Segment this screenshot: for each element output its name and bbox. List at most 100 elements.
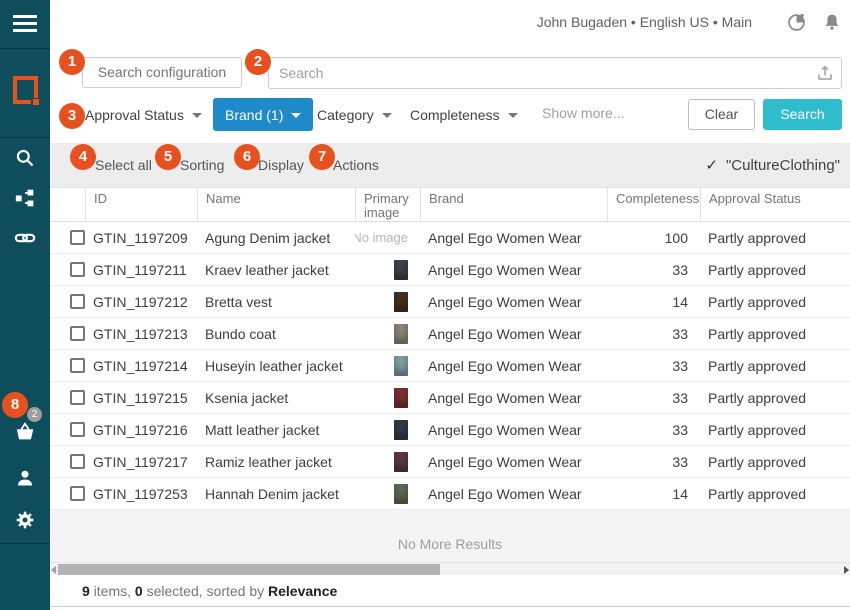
annotation-badge-7: 7 (309, 144, 335, 170)
cell-primary-image (355, 452, 420, 472)
cell-checkbox (50, 294, 85, 309)
user-locale-menu[interactable]: John Bugaden • English US • Main (537, 14, 752, 30)
row-checkbox[interactable] (70, 454, 85, 469)
scrollbar-thumb[interactable] (58, 564, 440, 575)
search-button[interactable]: Search (763, 99, 842, 130)
user-icon[interactable] (0, 460, 50, 496)
filter-brand[interactable]: Brand (1) (213, 98, 313, 131)
cell-completeness: 100 (607, 230, 700, 246)
table-row[interactable]: GTIN_1197253 Hannah Denim jacket Angel E… (50, 478, 850, 510)
cell-id: GTIN_1197209 (85, 230, 197, 246)
cell-name: Matt leather jacket (197, 422, 355, 438)
table-row[interactable]: GTIN_1197211 Kraev leather jacket Angel … (50, 254, 850, 286)
annotation-badge-5: 5 (155, 144, 181, 170)
scroll-left-arrow-icon[interactable] (51, 566, 56, 574)
annotation-badge-6: 6 (234, 144, 260, 170)
history-icon[interactable] (786, 12, 808, 34)
display-button[interactable]: Display (258, 157, 304, 173)
cell-brand: Angel Ego Women Wear (420, 294, 607, 310)
search-nav-icon[interactable] (0, 140, 50, 176)
table-row[interactable]: GTIN_1197217 Ramiz leather jacket Angel … (50, 446, 850, 478)
filter-approval-status[interactable]: Approval Status (85, 98, 202, 131)
row-checkbox[interactable] (70, 262, 85, 277)
header-approval-status[interactable]: Approval Status (700, 188, 850, 221)
chevron-down-icon (382, 113, 392, 118)
hierarchy-icon[interactable] (0, 180, 50, 216)
main-content: John Bugaden • English US • Main Search … (50, 0, 850, 610)
header-completeness[interactable]: Completeness (607, 188, 700, 221)
table-row[interactable]: GTIN_1197212 Bretta vest Angel Ego Women… (50, 286, 850, 318)
cell-approval-status: Partly approved (700, 486, 850, 502)
scroll-right-arrow-icon[interactable] (844, 566, 849, 574)
sidebar-divider (0, 543, 50, 544)
cell-primary-image (355, 388, 420, 408)
cell-completeness: 33 (607, 358, 700, 374)
select-all-button[interactable]: Select all (95, 157, 152, 173)
search-input[interactable] (279, 58, 799, 88)
row-checkbox[interactable] (70, 422, 85, 437)
header-primary-image[interactable]: Primary image (355, 188, 420, 221)
annotation-badge-2: 2 (245, 49, 271, 75)
clear-button[interactable]: Clear (688, 99, 755, 130)
basket-icon[interactable]: 2 (0, 414, 50, 450)
table-row[interactable]: GTIN_1197216 Matt leather jacket Angel E… (50, 414, 850, 446)
cell-completeness: 33 (607, 422, 700, 438)
row-checkbox[interactable] (70, 230, 85, 245)
cell-brand: Angel Ego Women Wear (420, 358, 607, 374)
basket-count-badge: 2 (27, 407, 42, 422)
annotation-badge-1: 1 (59, 49, 85, 75)
table-row[interactable]: GTIN_1197214 Huseyin leather jacket Ange… (50, 350, 850, 382)
filter-completeness[interactable]: Completeness (410, 98, 518, 131)
table-row[interactable]: GTIN_1197209 Agung Denim jacket No image… (50, 222, 850, 254)
cell-completeness: 33 (607, 262, 700, 278)
cell-id: GTIN_1197253 (85, 486, 197, 502)
row-checkbox[interactable] (70, 326, 85, 341)
cell-completeness: 33 (607, 454, 700, 470)
cell-approval-status: Partly approved (700, 262, 850, 278)
row-checkbox[interactable] (70, 294, 85, 309)
row-checkbox[interactable] (70, 486, 85, 501)
cell-checkbox (50, 422, 85, 437)
export-search-icon[interactable] (816, 64, 834, 82)
chevron-down-icon (508, 113, 518, 118)
annotation-badge-8: 8 (2, 392, 28, 418)
cell-approval-status: Partly approved (700, 454, 850, 470)
sorting-button[interactable]: Sorting (180, 157, 224, 173)
settings-gear-icon[interactable] (0, 502, 50, 538)
row-checkbox[interactable] (70, 358, 85, 373)
cell-checkbox (50, 390, 85, 405)
row-checkbox[interactable] (70, 390, 85, 405)
search-configuration-button[interactable]: Search configuration (82, 57, 242, 88)
header-id[interactable]: ID (85, 188, 197, 221)
hamburger-menu-icon[interactable] (0, 6, 50, 42)
cell-primary-image (355, 324, 420, 344)
actions-button[interactable]: Actions (333, 157, 379, 173)
status-summary: 9 items, 0 selected, sorted by Relevance (82, 583, 337, 599)
filter-category[interactable]: Category (317, 98, 392, 131)
header-name[interactable]: Name (197, 188, 355, 221)
cell-name: Huseyin leather jacket (197, 358, 355, 374)
cell-checkbox (50, 454, 85, 469)
app-logo (11, 74, 40, 111)
horizontal-scrollbar[interactable] (50, 562, 850, 575)
product-thumbnail (394, 420, 408, 440)
notifications-bell-icon[interactable] (822, 12, 844, 34)
chevron-down-icon (291, 113, 301, 118)
show-more-link[interactable]: Show more... (542, 105, 624, 121)
catalog-selector[interactable]: ✓"CultureClothing" (705, 156, 840, 174)
cell-id: GTIN_1197217 (85, 454, 197, 470)
cell-approval-status: Partly approved (700, 422, 850, 438)
product-thumbnail (394, 356, 408, 376)
cell-primary-image (355, 260, 420, 280)
header-brand[interactable]: Brand (420, 188, 607, 221)
cell-checkbox (50, 326, 85, 341)
cell-primary-image (355, 356, 420, 376)
table-row[interactable]: GTIN_1197213 Bundo coat Angel Ego Women … (50, 318, 850, 350)
table-row[interactable]: GTIN_1197215 Ksenia jacket Angel Ego Wom… (50, 382, 850, 414)
window-bottom-edge (50, 606, 850, 607)
no-more-results-label: No More Results (50, 536, 850, 552)
sidebar-divider (0, 137, 50, 138)
cell-id: GTIN_1197213 (85, 326, 197, 342)
link-icon[interactable] (0, 220, 50, 256)
annotation-badge-4: 4 (70, 144, 96, 170)
